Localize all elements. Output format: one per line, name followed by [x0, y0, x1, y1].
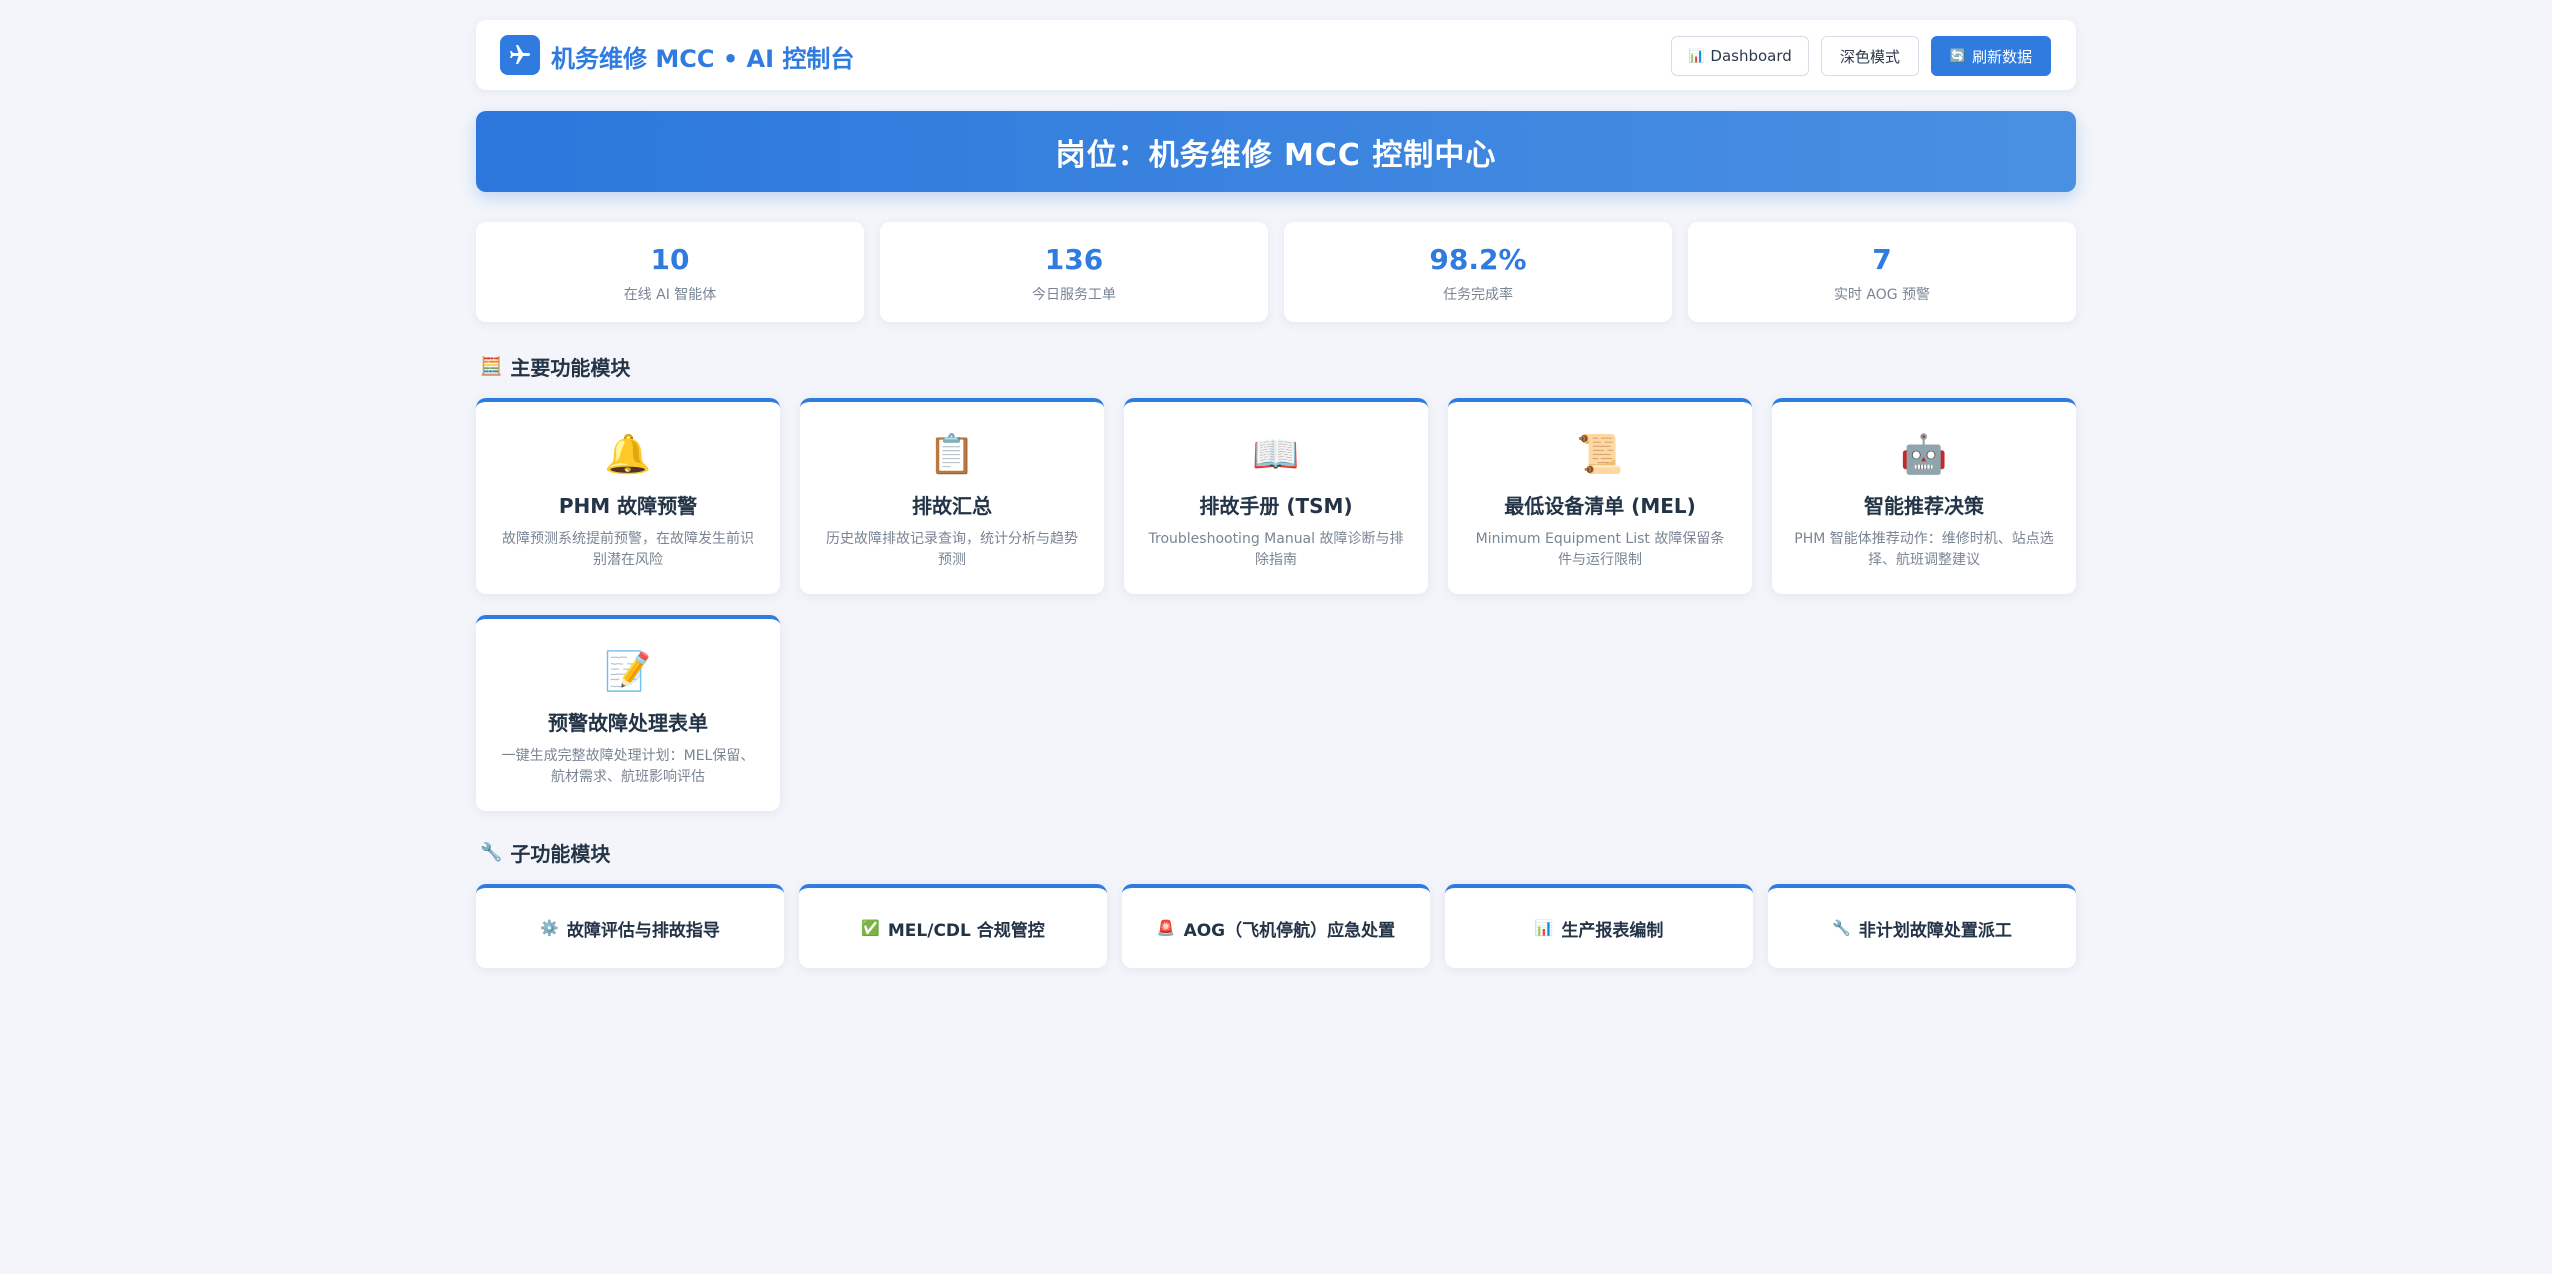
stat-label: 在线 AI 智能体: [623, 287, 717, 303]
module-card-troubleshoot-summary[interactable]: 📋 排故汇总 历史故障排故记录查询，统计分析与趋势预测: [800, 398, 1104, 594]
refresh-button[interactable]: 🔄 刷新数据: [1931, 36, 2051, 76]
module-title: 智能推荐决策: [1864, 494, 1984, 518]
module-desc: PHM 智能体推荐动作：维修时机、站点选择、航班调整建议: [1794, 531, 2054, 568]
stat-card-aog-alerts: 7 实时 AOG 预警: [1688, 222, 2076, 322]
memo-icon: 📝: [604, 649, 652, 693]
robot-icon: 🤖: [1900, 432, 1948, 476]
check-icon: ✅: [861, 919, 880, 937]
clipboard-icon: 📋: [928, 432, 976, 476]
dark-mode-button-label: 深色模式: [1839, 47, 1900, 66]
stat-label: 今日服务工单: [1032, 287, 1116, 303]
sub-module-label: 故障评估与排故指导: [566, 920, 720, 941]
open-book-icon: 📖: [1252, 432, 1300, 476]
scroll-icon: 📜: [1576, 432, 1624, 476]
sub-module-label: AOG（飞机停航）应急处置: [1183, 920, 1396, 941]
refresh-button-label: 刷新数据: [1972, 47, 2033, 66]
bell-icon: 🔔: [604, 432, 652, 476]
sub-module-mel-cdl[interactable]: ✅ MEL/CDL 合规管控: [799, 884, 1107, 968]
module-title: 预警故障处理表单: [548, 711, 708, 735]
wrench-icon: 🔧: [1832, 919, 1851, 937]
stat-value: 98.2%: [1429, 243, 1527, 276]
dark-mode-button[interactable]: 深色模式: [1821, 36, 1919, 76]
stat-value: 7: [1872, 243, 1892, 276]
sub-module-aog-emergency[interactable]: 🚨 AOG（飞机停航）应急处置: [1122, 884, 1430, 968]
section-title-text: 子功能模块: [510, 842, 611, 866]
abacus-icon: 🧮: [480, 356, 503, 377]
dashboard-button-label: Dashboard: [1710, 47, 1792, 65]
stat-label: 实时 AOG 预警: [1833, 287, 1931, 303]
module-card-tsm[interactable]: 📖 排故手册 (TSM) Troubleshooting Manual 故障诊断…: [1124, 398, 1428, 594]
module-title: 排故手册 (TSM): [1199, 494, 1353, 518]
refresh-icon: 🔄: [1949, 48, 1967, 64]
module-card-alert-form[interactable]: 📝 预警故障处理表单 一键生成完整故障处理计划：MEL保留、航材需求、航班影响评…: [476, 615, 780, 811]
stat-card-online-agents: 10 在线 AI 智能体: [476, 222, 864, 322]
top-bar: 机务维修 MCC • AI 控制台 📊 Dashboard 深色模式 🔄 刷新数…: [476, 20, 2076, 90]
module-title: 排故汇总: [912, 494, 992, 518]
app-title: 机务维修 MCC • AI 控制台: [551, 45, 855, 73]
module-card-phm-alert[interactable]: 🔔 PHM 故障预警 故障预测系统提前预警，在故障发生前识别潜在风险: [476, 398, 780, 594]
sub-module-fault-assessment[interactable]: ⚙️ 故障评估与排故指导: [476, 884, 784, 968]
sub-module-label: MEL/CDL 合规管控: [887, 920, 1045, 941]
sub-modules-title: 🔧 子功能模块: [480, 838, 610, 867]
sub-module-label: 非计划故障处置派工: [1858, 920, 2012, 941]
module-title: PHM 故障预警: [558, 494, 698, 518]
role-banner: 岗位：机务维修 MCC 控制中心: [476, 111, 2076, 192]
main-modules-title: 🧮 主要功能模块: [480, 352, 630, 381]
stat-value: 136: [1044, 243, 1104, 276]
sub-module-label: 生产报表编制: [1561, 920, 1664, 941]
stat-card-work-orders: 136 今日服务工单: [880, 222, 1268, 322]
module-desc: 故障预测系统提前预警，在故障发生前识别潜在风险: [502, 531, 754, 568]
gear-icon: ⚙️: [540, 919, 559, 937]
sub-module-production-report[interactable]: 📊 生产报表编制: [1445, 884, 1753, 968]
dashboard-button[interactable]: 📊 Dashboard: [1671, 36, 1809, 76]
chart-icon: 📊: [1688, 48, 1705, 64]
section-title-text: 主要功能模块: [510, 356, 631, 380]
module-desc: Troubleshooting Manual 故障诊断与排除指南: [1148, 531, 1404, 568]
airplane-icon: [500, 35, 540, 75]
chart-icon: 📊: [1534, 919, 1554, 937]
siren-icon: 🚨: [1156, 919, 1176, 937]
wrench-icon: 🔧: [480, 842, 503, 863]
stat-label: 任务完成率: [1443, 287, 1513, 303]
stat-card-completion-rate: 98.2% 任务完成率: [1284, 222, 1672, 322]
sub-module-unscheduled-dispatch[interactable]: 🔧 非计划故障处置派工: [1768, 884, 2076, 968]
module-title: 最低设备清单 (MEL): [1504, 494, 1696, 518]
module-card-smart-recommendation[interactable]: 🤖 智能推荐决策 PHM 智能体推荐动作：维修时机、站点选择、航班调整建议: [1772, 398, 2076, 594]
stat-value: 10: [650, 243, 690, 276]
module-desc: 一键生成完整故障处理计划：MEL保留、航材需求、航班影响评估: [501, 748, 755, 785]
module-desc: Minimum Equipment List 故障保留条件与运行限制: [1475, 531, 1725, 568]
module-desc: 历史故障排故记录查询，统计分析与趋势预测: [826, 531, 1078, 568]
module-card-mel[interactable]: 📜 最低设备清单 (MEL) Minimum Equipment List 故障…: [1448, 398, 1752, 594]
